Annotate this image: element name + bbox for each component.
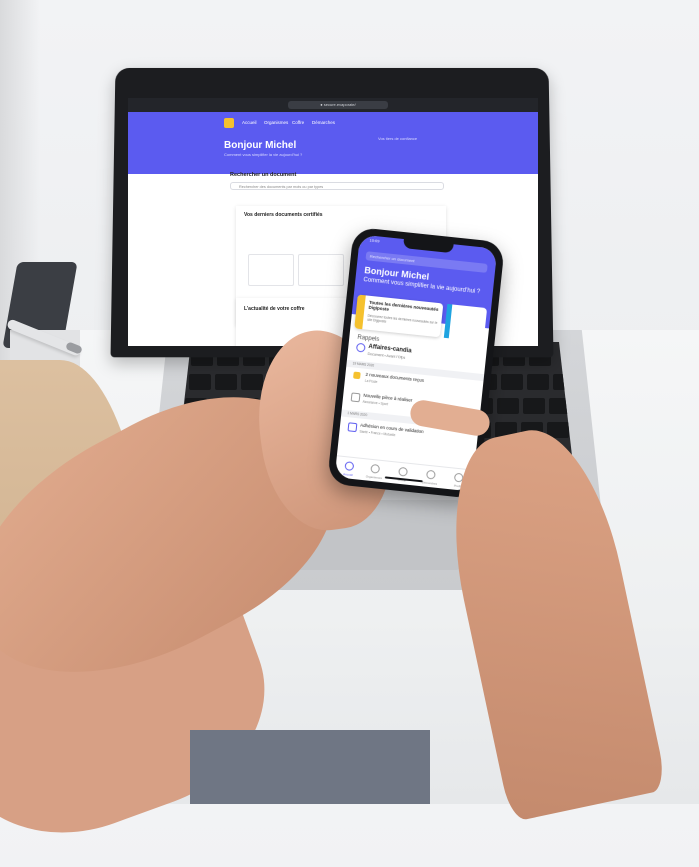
list-item-subtitle: Assurance • Sport (362, 399, 389, 407)
phone-notch (402, 239, 454, 254)
status-time: 10:09 (369, 237, 380, 244)
page-subtitle: Comment vous simplifier la vie aujourd’h… (224, 152, 303, 157)
nav-item-organismes[interactable]: Organismes (264, 120, 288, 125)
pants (190, 730, 430, 804)
search-title: Rechercher un document (230, 172, 297, 178)
folder-icon (353, 371, 361, 380)
url-bar[interactable]: ● secure.evaporate/ (288, 101, 388, 109)
building-icon (369, 463, 380, 474)
clipboard-icon (425, 469, 436, 480)
nav-item-demarches[interactable]: Démarches (312, 120, 335, 125)
card-title: L’actualité de votre coffre (244, 306, 305, 312)
card-title: Vos derniers documents certifiés (244, 212, 323, 218)
app-header: Accueil Organismes Coffre Démarches Bonj… (128, 112, 538, 174)
section-title: Rappels (357, 334, 380, 344)
browser-toolbar: ● secure.evaporate/ (128, 98, 538, 112)
tab-demarches[interactable]: Démarches (418, 469, 441, 486)
doc-tile[interactable] (298, 254, 344, 286)
home-icon (343, 461, 354, 471)
promo-card[interactable] (443, 303, 488, 342)
header-note: Vos tiers de confiance (378, 136, 418, 141)
tab-organismes[interactable]: Organismes (363, 463, 386, 480)
tab-label: Accueil (342, 472, 353, 477)
shield-icon (347, 422, 358, 433)
nav-item-coffre[interactable]: Coffre (292, 120, 304, 125)
nav-item-accueil[interactable]: Accueil (242, 120, 257, 125)
logo-icon[interactable] (224, 118, 234, 128)
search-input[interactable]: Rechercher des documents par mots ou par… (230, 182, 444, 190)
safe-icon (397, 466, 408, 477)
list-item-subtitle: La Poste (364, 378, 378, 385)
bell-icon (355, 342, 366, 353)
tab-label: Démarches (421, 480, 438, 486)
tab-accueil[interactable]: Accueil (337, 460, 360, 477)
tab-bar: Accueil Organismes Coffre Démarches Prof… (334, 455, 475, 492)
doc-tile[interactable] (248, 254, 294, 286)
document-icon (350, 392, 361, 403)
page-title: Bonjour Michel (224, 140, 297, 151)
tab-label: Organismes (365, 474, 383, 481)
